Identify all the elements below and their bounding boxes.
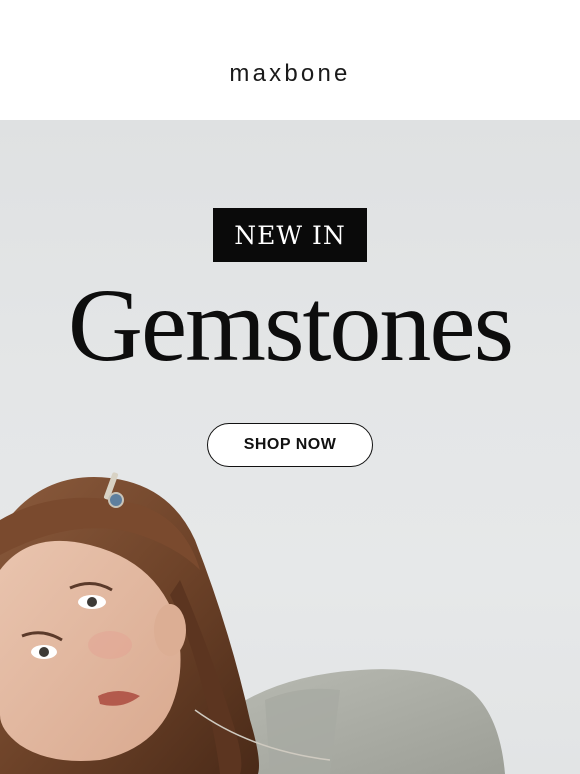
new-in-badge: NEW IN <box>213 208 367 262</box>
model-photo <box>0 472 505 774</box>
hero-headline: Gemstones <box>67 268 514 383</box>
email-header: maxbone <box>0 0 580 120</box>
brand-logo[interactable]: maxbone <box>0 58 580 90</box>
hero-banner[interactable]: NEW IN Gemstones SHOP NOW <box>0 120 580 774</box>
